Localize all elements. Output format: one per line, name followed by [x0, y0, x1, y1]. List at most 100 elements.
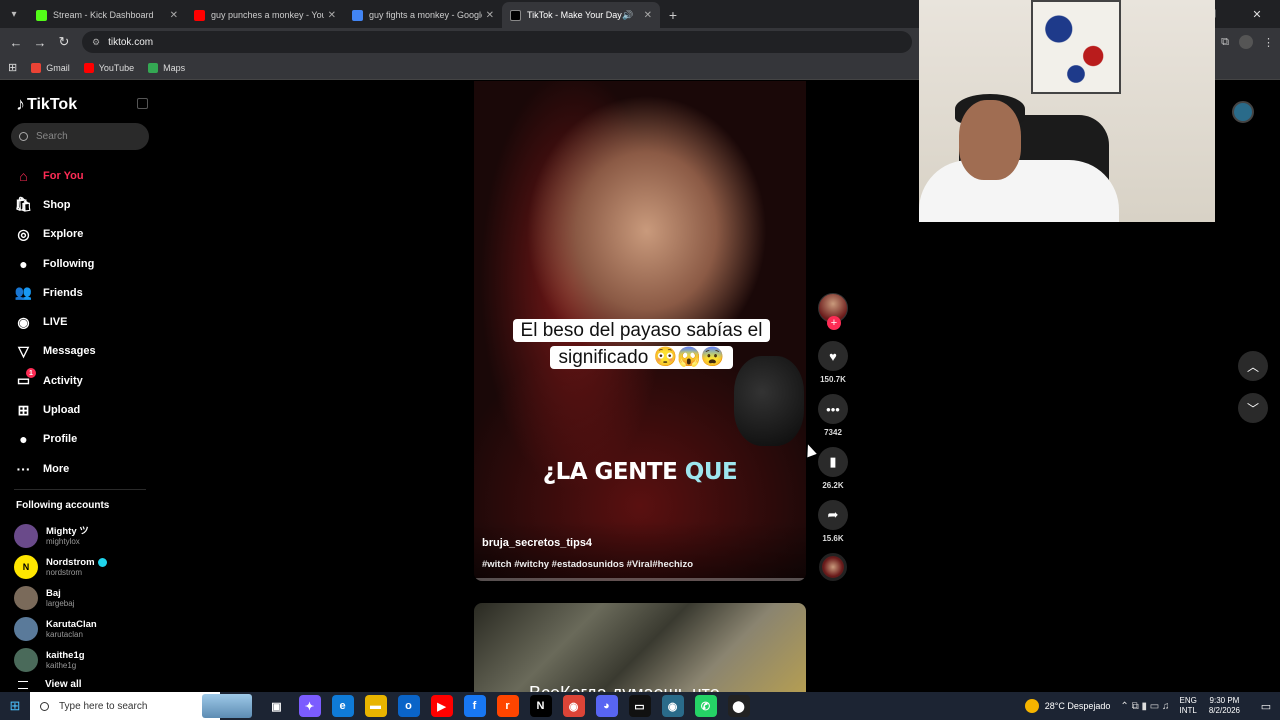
following-account-item[interactable]: kaithe1g kaithe1g: [14, 644, 107, 675]
recording-icon[interactable]: ⬤: [727, 695, 750, 717]
nav-item-messages[interactable]: ▽ Messages: [14, 337, 95, 366]
search-highlight-image[interactable]: [202, 694, 252, 718]
browser-tab[interactable]: TikTok - Make Your Day 🔊 ✕: [502, 2, 660, 28]
language-indicator[interactable]: ENG INTL: [1180, 696, 1197, 716]
tiktok-logo[interactable]: ♪ TikTok: [16, 94, 77, 115]
copilot-icon[interactable]: ✦: [298, 695, 321, 717]
following-account-item[interactable]: KarutaClan karutaclan: [14, 613, 107, 644]
forward-arrow-icon[interactable]: →: [28, 35, 52, 50]
clock-time: 9:30 PM: [1209, 696, 1240, 705]
next-video-preview[interactable]: ВсеКогда думаешь что: [474, 603, 806, 692]
new-tab-button[interactable]: +: [660, 2, 686, 28]
get-app-icon[interactable]: [1232, 101, 1254, 123]
video-hashtags[interactable]: #witch #witchy #estadosunidos #Viral#hec…: [482, 559, 693, 570]
tiktok-note-icon: ♪: [16, 94, 25, 114]
close-window-icon[interactable]: ✕: [1234, 0, 1280, 28]
video-progress-bar[interactable]: [474, 578, 806, 581]
streamer-head-image: [959, 100, 1021, 180]
reload-icon[interactable]: ↻: [52, 34, 76, 50]
notification-icon[interactable]: ▭: [1252, 700, 1280, 713]
nav-item-explore[interactable]: ◎ Explore: [14, 220, 96, 249]
facebook-icon[interactable]: f: [463, 695, 486, 717]
streamer-body-image: [919, 160, 1119, 222]
nav-item-more[interactable]: ··· More: [14, 454, 96, 483]
whatsapp-icon[interactable]: ✆: [694, 695, 717, 717]
browser-menu-icon[interactable]: ⋮: [1263, 36, 1274, 49]
nav-item-upload[interactable]: ⊞ Upload: [14, 395, 96, 424]
tab-close-icon[interactable]: ✕: [644, 10, 652, 21]
discord-icon[interactable]: ◕: [595, 695, 618, 717]
nav-label: Explore: [43, 228, 84, 241]
following-account-item[interactable]: Mighty ツ mightylox: [14, 521, 107, 552]
nav-item-for-you[interactable]: ⌂ For You: [14, 161, 96, 190]
next-video-button[interactable]: ﹀: [1238, 393, 1268, 423]
netflix-icon[interactable]: N: [529, 695, 552, 717]
tab-audio-icon[interactable]: 🔊: [622, 10, 633, 21]
share-action[interactable]: ➦ 15.6K: [814, 500, 852, 543]
edge-icon[interactable]: e: [331, 695, 354, 717]
nav-item-profile[interactable]: ● Profile: [14, 425, 96, 454]
creator-avatar[interactable]: +: [818, 293, 848, 330]
follow-plus-icon[interactable]: +: [827, 316, 841, 330]
account-name: kaithe1g: [46, 649, 85, 661]
windows-start-icon[interactable]: ⊞: [0, 698, 30, 714]
view-all-link[interactable]: View all: [45, 679, 82, 690]
bookmark-maps[interactable]: Maps: [148, 62, 185, 73]
site-info-icon[interactable]: ⚙: [92, 37, 100, 48]
profile-avatar-icon[interactable]: [1239, 35, 1253, 49]
tray-icons[interactable]: ⌃ ⧉ ▮ ▭ ♫: [1120, 701, 1169, 712]
browser-tab[interactable]: guy fights a monkey - Google Search ✕: [344, 2, 502, 28]
video-player[interactable]: El beso del payaso sabías el significado…: [474, 81, 806, 581]
tab-search-icon[interactable]: ▾: [0, 0, 28, 28]
weather-widget[interactable]: 28°C Despejado: [1024, 699, 1110, 713]
browser-tab[interactable]: guy punches a monkey - YouTube ✕: [186, 2, 344, 28]
taskbar-search-input[interactable]: Type here to search: [30, 692, 220, 720]
file-explorer-icon[interactable]: ▬: [364, 695, 387, 717]
nav-item-friends[interactable]: 👥 Friends: [14, 278, 96, 307]
video-author-link[interactable]: bruja_secretos_tips4: [482, 537, 592, 549]
nav-item-activity[interactable]: ▭ 1 Activity: [14, 366, 96, 395]
nav-item-shop[interactable]: 🛍 Shop: [14, 190, 96, 219]
following-account-item[interactable]: N Nordstrom nordstrom: [14, 552, 107, 583]
following-account-item[interactable]: Baj largebaj: [14, 583, 107, 614]
chrome-profile-icon[interactable]: ◉: [661, 695, 684, 717]
url-omnibox[interactable]: ⚙ tiktok.com: [82, 31, 912, 53]
bookmark-youtube[interactable]: YouTube: [83, 62, 134, 73]
search-input[interactable]: Search: [11, 123, 149, 150]
apps-grid-icon[interactable]: ⊞: [8, 61, 17, 74]
chevron-up-icon: ︿: [1246, 359, 1259, 374]
account-handle: kaithe1g: [46, 660, 77, 670]
tab-close-icon[interactable]: ✕: [486, 10, 494, 21]
terminal-icon[interactable]: ▭: [628, 695, 651, 717]
following-accounts-list: Mighty ツ mightylox N Nordstrom nordstrom Baj l…: [14, 521, 107, 675]
taskbar-clock[interactable]: 9:30 PM 8/2/2026: [1209, 696, 1240, 716]
extensions-icon[interactable]: ⧉: [1221, 36, 1229, 49]
back-arrow-icon[interactable]: ←: [4, 35, 28, 50]
tab-close-icon[interactable]: ✕: [328, 10, 336, 21]
previous-video-button[interactable]: ︿: [1238, 351, 1268, 381]
collapse-sidebar-icon[interactable]: [137, 98, 148, 109]
comment-icon[interactable]: •••: [818, 394, 848, 424]
bookmark-gmail[interactable]: Gmail: [31, 62, 70, 73]
outlook-icon[interactable]: o: [397, 695, 420, 717]
like-action[interactable]: ♥ 150.7K: [814, 341, 852, 384]
bookmark-icon[interactable]: ▮: [818, 447, 848, 477]
comment-action[interactable]: ••• 7342: [814, 394, 852, 437]
share-arrow-icon[interactable]: ➦: [818, 500, 848, 530]
video-actions: + ♥ 150.7K ••• 7342 ▮ 26.2K ➦ 15.6K: [814, 293, 852, 581]
youtube-app-icon[interactable]: ▶: [430, 695, 453, 717]
music-disc-icon[interactable]: [819, 553, 847, 581]
windows-taskbar: ⊞ Type here to search ▣ ✦ e ▬ o ▶ f r N ◉ ◕ ▭ ◉ ✆ ⬤ 28…: [0, 692, 1280, 720]
save-action[interactable]: ▮ 26.2K: [814, 447, 852, 490]
reddit-icon[interactable]: r: [496, 695, 519, 717]
save-count: 26.2K: [822, 481, 844, 490]
chrome-icon[interactable]: ◉: [562, 695, 585, 717]
browser-tab[interactable]: Stream - Kick Dashboard ✕: [28, 2, 186, 28]
nav-item-following[interactable]: ● Following: [14, 249, 96, 278]
tab-close-icon[interactable]: ✕: [170, 10, 178, 21]
nav-label: For You: [43, 169, 84, 182]
upload-plus-icon: ⊞: [17, 401, 30, 418]
task-view-icon[interactable]: ▣: [266, 695, 288, 717]
heart-icon[interactable]: ♥: [818, 341, 848, 371]
nav-item-live[interactable]: ◉ LIVE: [14, 307, 96, 336]
